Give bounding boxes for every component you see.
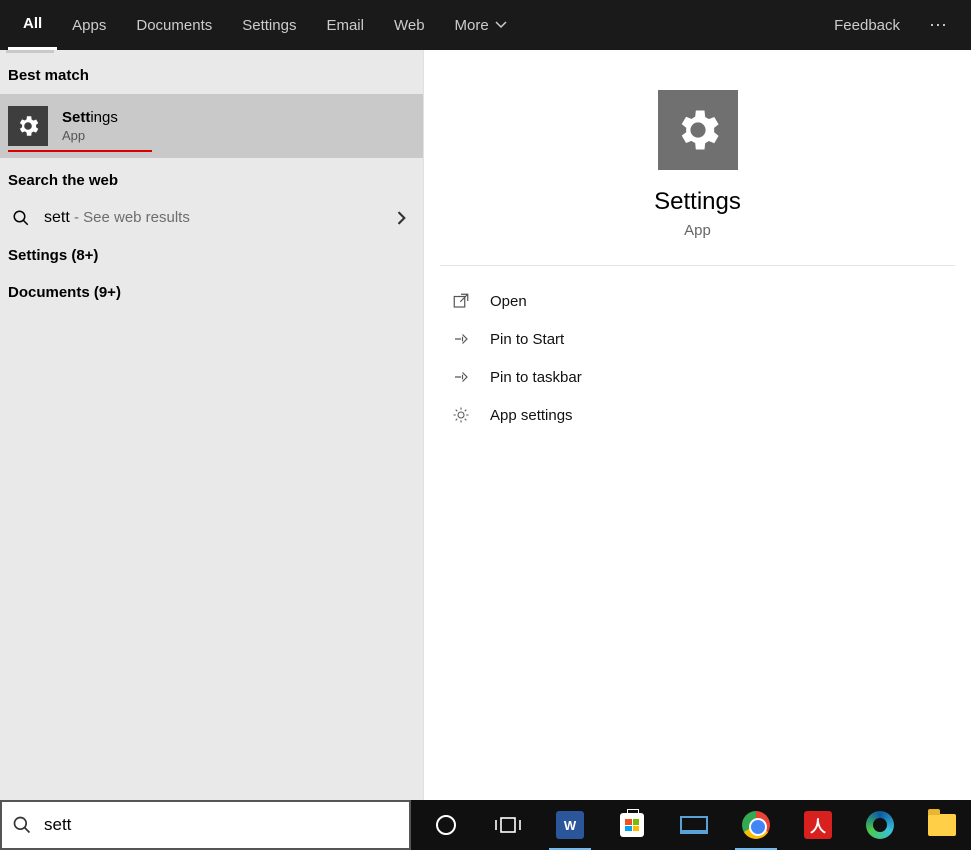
tab-email[interactable]: Email bbox=[311, 0, 379, 50]
tab-web[interactable]: Web bbox=[379, 0, 440, 50]
tab-settings[interactable]: Settings bbox=[227, 0, 311, 50]
pdf-icon[interactable]: 人 bbox=[789, 800, 847, 850]
taskview-icon[interactable] bbox=[479, 800, 537, 850]
chrome-icon[interactable] bbox=[727, 800, 785, 850]
action-label: Open bbox=[490, 293, 527, 310]
tab-more[interactable]: More bbox=[440, 0, 522, 50]
word-icon[interactable]: W bbox=[541, 800, 599, 850]
open-icon bbox=[452, 292, 482, 310]
store-icon[interactable] bbox=[603, 800, 661, 850]
results-panel: Best match Settings App Search the web s… bbox=[0, 50, 423, 800]
gear-icon bbox=[658, 90, 738, 170]
edge-icon[interactable] bbox=[851, 800, 909, 850]
tab-documents[interactable]: Documents bbox=[121, 0, 227, 50]
pin-icon bbox=[452, 368, 482, 386]
chevron-right-icon[interactable] bbox=[395, 211, 409, 225]
action-app-settings[interactable]: App settings bbox=[424, 396, 971, 434]
category-documents[interactable]: Documents (9+) bbox=[0, 274, 423, 311]
action-label: Pin to Start bbox=[490, 331, 564, 348]
preview-panel: Settings App Open Pin to Start Pi bbox=[423, 50, 971, 800]
web-result-label: sett - See web results bbox=[44, 209, 190, 227]
action-open[interactable]: Open bbox=[424, 282, 971, 320]
explorer-icon[interactable] bbox=[913, 800, 971, 850]
category-settings[interactable]: Settings (8+) bbox=[0, 237, 423, 274]
taskbar: W 人 bbox=[411, 800, 971, 850]
search-box[interactable] bbox=[0, 800, 411, 850]
search-filter-bar: All Apps Documents Settings Email Web Mo… bbox=[0, 0, 971, 50]
web-result-item[interactable]: sett - See web results bbox=[0, 199, 423, 237]
search-icon bbox=[8, 209, 34, 227]
preview-actions: Open Pin to Start Pin to taskbar App set… bbox=[424, 266, 971, 450]
best-match-subtitle: App bbox=[62, 128, 118, 143]
preview-subtitle: App bbox=[684, 222, 711, 239]
search-web-header: Search the web bbox=[0, 158, 423, 199]
best-match-item[interactable]: Settings App bbox=[0, 94, 423, 158]
action-label: Pin to taskbar bbox=[490, 369, 582, 386]
cortana-icon[interactable] bbox=[417, 800, 475, 850]
tab-apps[interactable]: Apps bbox=[57, 0, 121, 50]
action-label: App settings bbox=[490, 407, 573, 424]
best-match-title: Settings bbox=[62, 109, 118, 126]
gear-icon bbox=[452, 406, 482, 424]
preview-title: Settings bbox=[654, 188, 741, 216]
laptop-icon[interactable] bbox=[665, 800, 723, 850]
tab-all[interactable]: All bbox=[8, 0, 57, 50]
bottom-bar: W 人 bbox=[0, 800, 971, 850]
tab-more-label: More bbox=[455, 17, 489, 34]
best-match-header: Best match bbox=[0, 53, 423, 94]
pin-icon bbox=[452, 330, 482, 348]
search-icon bbox=[12, 815, 32, 835]
annotation-underline bbox=[8, 150, 152, 152]
action-pin-start[interactable]: Pin to Start bbox=[424, 320, 971, 358]
feedback-link[interactable]: Feedback bbox=[819, 0, 915, 50]
action-pin-taskbar[interactable]: Pin to taskbar bbox=[424, 358, 971, 396]
chevron-down-icon bbox=[495, 19, 507, 31]
gear-icon bbox=[8, 106, 48, 146]
more-options-icon[interactable]: ⋯ bbox=[915, 15, 963, 36]
search-input[interactable] bbox=[44, 815, 399, 835]
